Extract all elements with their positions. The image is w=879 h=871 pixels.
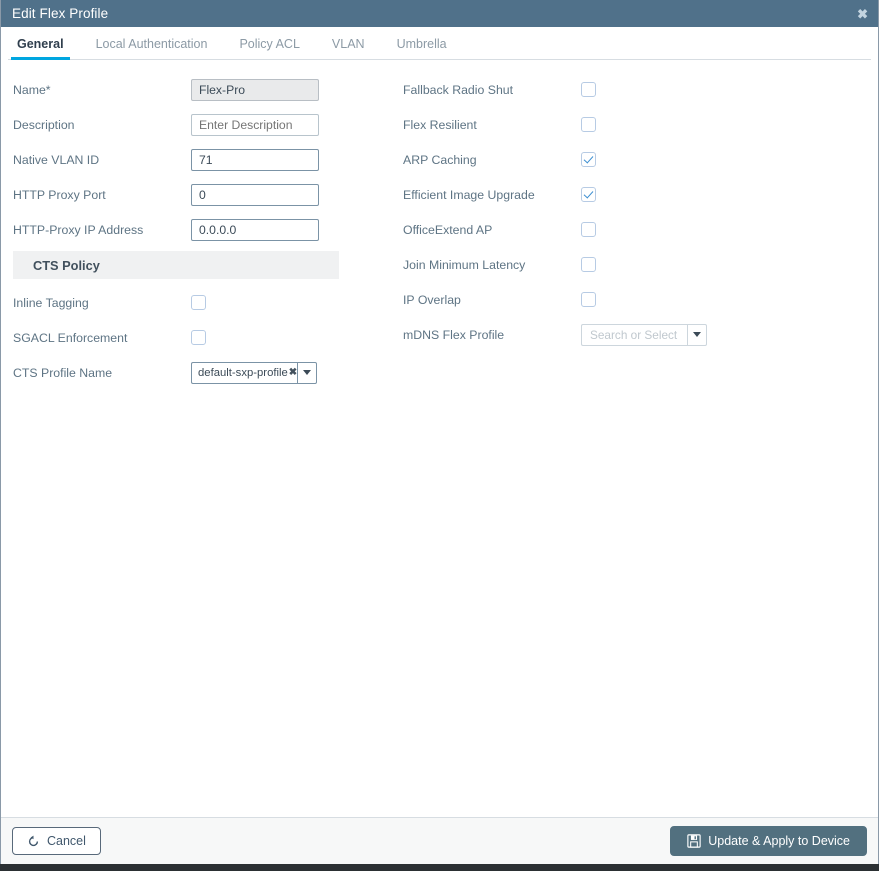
tab-policy-acl[interactable]: Policy ACL [223, 37, 315, 60]
field-row-officeextend-ap: OfficeExtend AP [403, 212, 729, 247]
cts-policy-title: CTS Policy [13, 258, 100, 273]
clear-icon[interactable]: ✖ [289, 368, 297, 378]
edit-flex-profile-dialog: Edit Flex Profile ✖ General Local Authen… [0, 0, 879, 864]
efficient-image-upgrade-checkbox[interactable] [581, 187, 596, 202]
arp-caching-checkbox[interactable] [581, 152, 596, 167]
tab-umbrella[interactable]: Umbrella [381, 37, 463, 60]
cts-profile-name-dropdown-button[interactable] [297, 362, 317, 384]
native-vlan-id-input[interactable] [191, 149, 319, 171]
field-row-fallback-radio-shut: Fallback Radio Shut [403, 72, 729, 107]
field-row-mdns-flex-profile: mDNS Flex Profile Search or Select [403, 317, 729, 352]
field-row-http-proxy-ip-address: HTTP-Proxy IP Address [13, 212, 339, 247]
cancel-button[interactable]: Cancel [12, 827, 101, 855]
field-row-arp-caching: ARP Caching [403, 142, 729, 177]
cts-profile-name-value-box[interactable]: default-sxp-profile ✖ [191, 362, 297, 384]
mdns-flex-profile-select[interactable]: Search or Select [581, 324, 707, 346]
field-row-flex-resilient: Flex Resilient [403, 107, 729, 142]
update-apply-to-device-button[interactable]: Update & Apply to Device [670, 826, 867, 856]
join-minimum-latency-checkbox[interactable] [581, 257, 596, 272]
flex-resilient-label: Flex Resilient [403, 118, 581, 132]
field-row-join-minimum-latency: Join Minimum Latency [403, 247, 729, 282]
description-label: Description [13, 118, 191, 132]
close-icon[interactable]: ✖ [857, 7, 868, 20]
field-row-sgacl-enforcement: SGACL Enforcement [13, 320, 339, 355]
http-proxy-ip-address-label: HTTP-Proxy IP Address [13, 223, 191, 237]
save-icon [687, 834, 701, 848]
page-bottom-strip [0, 864, 879, 871]
inline-tagging-label: Inline Tagging [13, 296, 191, 310]
dialog-title: Edit Flex Profile [1, 6, 108, 21]
mdns-flex-profile-label: mDNS Flex Profile [403, 328, 581, 342]
field-row-efficient-image-upgrade: Efficient Image Upgrade [403, 177, 729, 212]
ip-overlap-label: IP Overlap [403, 293, 581, 307]
name-label: Name* [13, 83, 191, 97]
ip-overlap-checkbox[interactable] [581, 292, 596, 307]
form-column-right: Fallback Radio Shut Flex Resilient ARP C… [403, 72, 729, 352]
tab-vlan[interactable]: VLAN [316, 37, 381, 60]
form-column-left: Name* Description Native VLAN ID HTTP Pr… [13, 72, 339, 390]
tab-bar: General Local Authentication Policy ACL … [1, 27, 878, 60]
field-row-cts-profile-name: CTS Profile Name default-sxp-profile ✖ [13, 355, 339, 390]
name-input[interactable] [191, 79, 319, 101]
tab-general[interactable]: General [1, 37, 80, 60]
cancel-button-label: Cancel [47, 834, 86, 848]
field-row-http-proxy-port: HTTP Proxy Port [13, 177, 339, 212]
general-tab-panel: Name* Description Native VLAN ID HTTP Pr… [1, 60, 878, 817]
mdns-flex-profile-dropdown-button[interactable] [687, 324, 707, 346]
mdns-flex-profile-search-input[interactable]: Search or Select [581, 324, 687, 346]
fallback-radio-shut-label: Fallback Radio Shut [403, 83, 581, 97]
officeextend-ap-label: OfficeExtend AP [403, 223, 581, 237]
chevron-down-icon [693, 332, 701, 337]
dialog-titlebar: Edit Flex Profile ✖ [1, 0, 878, 27]
undo-icon [27, 835, 40, 848]
field-row-native-vlan-id: Native VLAN ID [13, 142, 339, 177]
native-vlan-id-label: Native VLAN ID [13, 153, 191, 167]
cts-profile-name-select[interactable]: default-sxp-profile ✖ [191, 362, 317, 384]
http-proxy-port-label: HTTP Proxy Port [13, 188, 191, 202]
cts-policy-section-header: CTS Policy [13, 251, 339, 279]
cts-profile-name-label: CTS Profile Name [13, 366, 191, 380]
tab-local-authentication[interactable]: Local Authentication [80, 37, 224, 60]
sgacl-enforcement-label: SGACL Enforcement [13, 331, 191, 345]
officeextend-ap-checkbox[interactable] [581, 222, 596, 237]
http-proxy-port-input[interactable] [191, 184, 319, 206]
arp-caching-label: ARP Caching [403, 153, 581, 167]
cts-profile-name-value: default-sxp-profile [198, 367, 288, 379]
chevron-down-icon [303, 370, 311, 375]
dialog-footer: Cancel Update & Apply to Device [1, 817, 878, 864]
sgacl-enforcement-checkbox[interactable] [191, 330, 206, 345]
field-row-description: Description [13, 107, 339, 142]
join-minimum-latency-label: Join Minimum Latency [403, 258, 581, 272]
field-row-name: Name* [13, 72, 339, 107]
field-row-inline-tagging: Inline Tagging [13, 285, 339, 320]
inline-tagging-checkbox[interactable] [191, 295, 206, 310]
flex-resilient-checkbox[interactable] [581, 117, 596, 132]
http-proxy-ip-address-input[interactable] [191, 219, 319, 241]
description-input[interactable] [191, 114, 319, 136]
update-apply-to-device-label: Update & Apply to Device [708, 834, 850, 848]
fallback-radio-shut-checkbox[interactable] [581, 82, 596, 97]
efficient-image-upgrade-label: Efficient Image Upgrade [403, 188, 581, 202]
field-row-ip-overlap: IP Overlap [403, 282, 729, 317]
